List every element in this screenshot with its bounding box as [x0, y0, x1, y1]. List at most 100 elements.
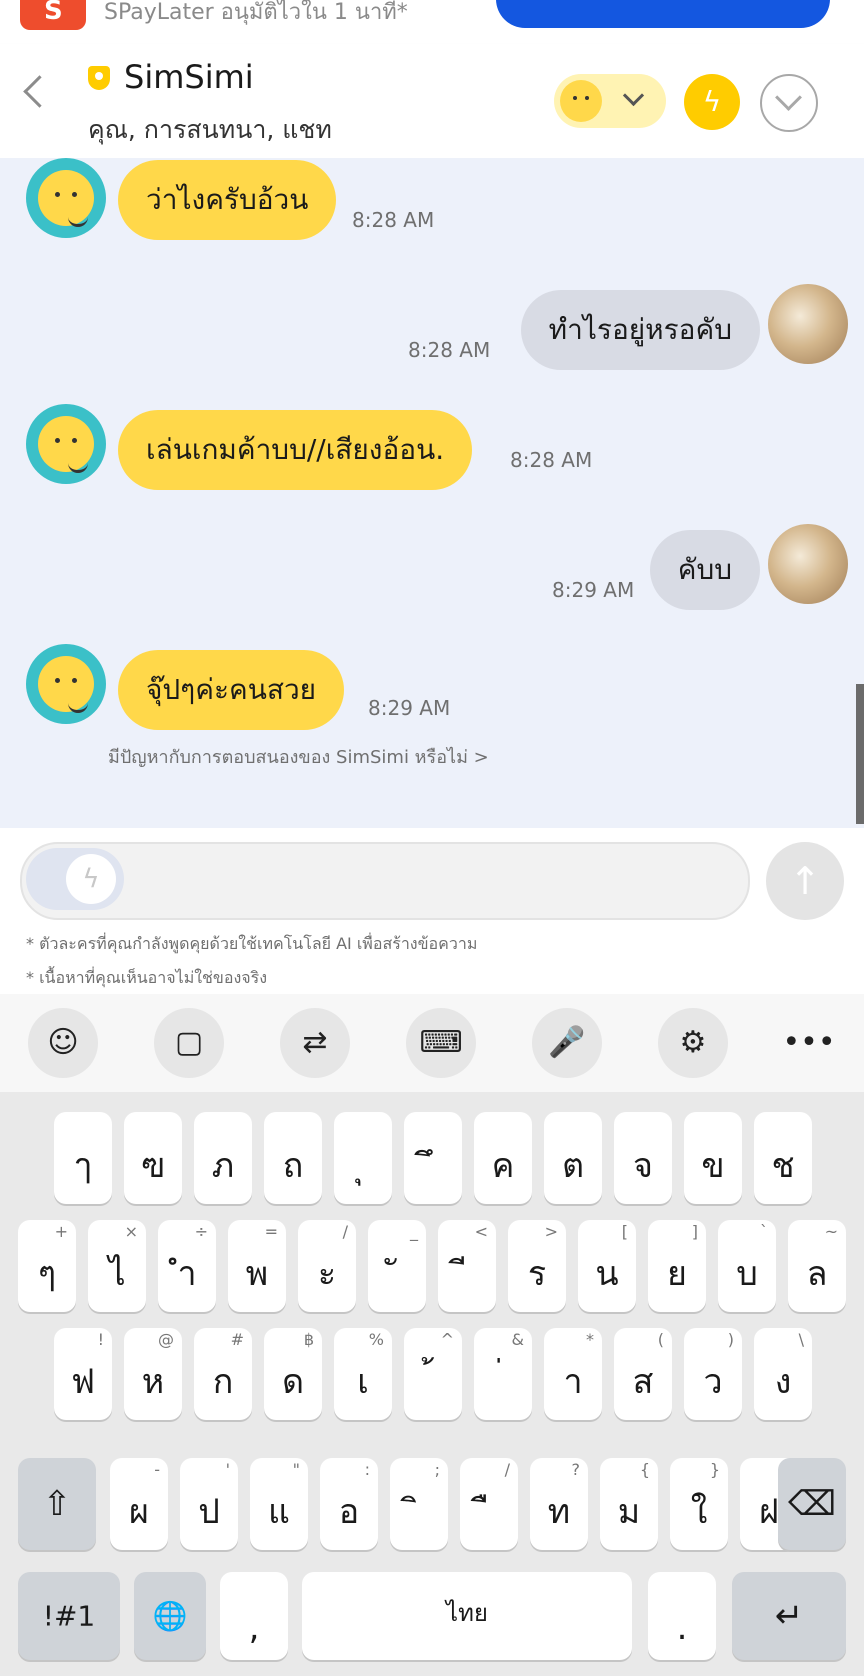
key-label: พ [245, 1254, 269, 1294]
key[interactable]: ก # [194, 1328, 252, 1420]
message-input[interactable] [20, 842, 750, 920]
boost-toggle[interactable]: ϟ [26, 848, 124, 910]
key-label: ั [368, 1246, 426, 1300]
space-key[interactable]: ไทย [302, 1572, 632, 1660]
lightning-icon[interactable]: ϟ [684, 74, 740, 130]
bot-avatar[interactable] [26, 158, 106, 238]
key[interactable]: ฟ! [54, 1328, 112, 1420]
key[interactable]: ข [684, 1112, 742, 1204]
settings-icon[interactable]: ⚙ [658, 1008, 728, 1078]
symbols-key[interactable]: !#1 [18, 1572, 120, 1660]
key[interactable]: า * [544, 1328, 602, 1420]
key[interactable]: ป ' [180, 1458, 238, 1550]
shift-key[interactable]: ⇧ [18, 1458, 96, 1550]
report-response-link[interactable]: มีปัญหากับการตอบสนองของ SimSimi หรือไม่ … [108, 742, 489, 771]
bot-avatar[interactable] [26, 644, 106, 724]
clipboard-icon[interactable]: ▢ [154, 1008, 224, 1078]
key-label: ต [561, 1146, 585, 1186]
key-label: ผ [129, 1492, 149, 1532]
message-bubble-user[interactable]: ทำไรอยู่หรอคับ [520, 290, 760, 370]
key[interactable]: ภ [194, 1112, 252, 1204]
key-label: ำ [177, 1254, 197, 1294]
key[interactable]: ึ [404, 1112, 462, 1204]
key-label: ไ [108, 1254, 126, 1294]
translate-icon[interactable]: ⇄ [280, 1008, 350, 1078]
key[interactable]: น[ [578, 1220, 636, 1312]
emoji-icon[interactable]: ☺ [28, 1008, 98, 1078]
key[interactable]: ำ ÷ [158, 1220, 216, 1312]
chevron-left-icon[interactable] [23, 75, 56, 108]
key[interactable]: ั_ [368, 1220, 426, 1312]
key[interactable]: ร > [508, 1220, 566, 1312]
key-secondary-label: ( [657, 1330, 664, 1349]
key[interactable]: ิ; [390, 1458, 448, 1550]
key[interactable]: ค [474, 1112, 532, 1204]
key[interactable]: อ: [320, 1458, 378, 1550]
key-secondary-label: ÷ [194, 1222, 208, 1241]
key[interactable]: ะ / [298, 1220, 356, 1312]
key[interactable]: เ% [334, 1328, 392, 1420]
message-time: 8:28 AM [408, 338, 491, 362]
key-secondary-label: < [474, 1222, 488, 1241]
arrow-up-icon[interactable]: ↑ [766, 842, 844, 920]
key[interactable]: ส( [614, 1328, 672, 1420]
chevron-down-circle-icon[interactable] [760, 74, 818, 132]
key[interactable]: ต [544, 1112, 602, 1204]
key-secondary-label: / [342, 1222, 348, 1241]
message-bubble-user[interactable]: คับบ [649, 530, 760, 610]
key[interactable]: ี< [438, 1220, 496, 1312]
key[interactable]: ด฿ [264, 1328, 322, 1420]
comma-key[interactable]: , [220, 1572, 288, 1660]
key[interactable]: ห @ [124, 1328, 182, 1420]
period-key[interactable]: . [648, 1572, 716, 1660]
key[interactable]: ถ [264, 1112, 322, 1204]
key-secondary-label: @ [158, 1330, 174, 1349]
key[interactable]: ไ × [88, 1220, 146, 1312]
message-bubble-bot[interactable]: เล่นเกมค้าบบ//เสียงอ้อน. [118, 410, 473, 490]
key[interactable]: ย] [648, 1220, 706, 1312]
key-secondary-label: % [368, 1330, 384, 1349]
key[interactable]: ผ- [110, 1458, 168, 1550]
key[interactable]: ช [754, 1112, 812, 1204]
key[interactable]: ื/ [460, 1458, 518, 1550]
ai-disclaimer: * ตัวละครที่คุณกำลังพูดคุยด้วยใช้เทคโนโล… [26, 934, 478, 953]
key[interactable]: ท? [530, 1458, 588, 1550]
promo-banner[interactable]: S SPayLater อนุมัติไวใน 1 นาที* [0, 0, 864, 44]
key[interactable]: ว) [684, 1328, 742, 1420]
key[interactable]: บ ` [718, 1220, 776, 1312]
microphone-icon[interactable]: 🎤 [532, 1008, 602, 1078]
key[interactable]: พ = [228, 1220, 286, 1312]
scrollbar[interactable] [856, 684, 864, 824]
key[interactable]: ๆ + [18, 1220, 76, 1312]
chat-area[interactable]: ว่าไงครับอ้วน 8:28 AM ทำไรอยู่หรอคับ 8:2… [0, 158, 864, 828]
key[interactable]: แ " [250, 1458, 308, 1550]
promo-cta-button[interactable] [496, 0, 830, 28]
key-label: ึ [404, 1138, 462, 1192]
key[interactable]: ้^ [404, 1328, 462, 1420]
message-bubble-bot[interactable]: จุ๊ปๆค่ะคนสวย [118, 650, 345, 730]
keyboard-mode-icon[interactable]: ⌨ [406, 1008, 476, 1078]
key-label: แ [268, 1492, 290, 1532]
key[interactable]: ๅ [54, 1112, 112, 1204]
user-avatar[interactable] [768, 524, 848, 604]
page-title: SimSimi [124, 58, 254, 96]
key[interactable]: ง \ [754, 1328, 812, 1420]
key[interactable]: จ [614, 1112, 672, 1204]
key[interactable]: ใ} [670, 1458, 728, 1550]
globe-icon[interactable]: 🌐 [134, 1572, 206, 1660]
user-avatar[interactable] [768, 284, 848, 364]
more-icon[interactable]: ••• [774, 1008, 844, 1078]
key[interactable]: ฃ [124, 1112, 182, 1204]
character-selector[interactable] [554, 74, 666, 128]
key[interactable]: ่& [474, 1328, 532, 1420]
backspace-key[interactable]: ⌫ [778, 1458, 846, 1550]
bot-avatar[interactable] [26, 404, 106, 484]
key-secondary-label: / [504, 1460, 510, 1479]
key-label: ะ [317, 1254, 337, 1294]
key[interactable]: ุ [334, 1112, 392, 1204]
key[interactable]: ล ~ [788, 1220, 846, 1312]
key-secondary-label: } [709, 1460, 720, 1479]
key[interactable]: ม{ [600, 1458, 658, 1550]
enter-key[interactable]: ↵ [732, 1572, 846, 1660]
message-bubble-bot[interactable]: ว่าไงครับอ้วน [118, 160, 337, 240]
